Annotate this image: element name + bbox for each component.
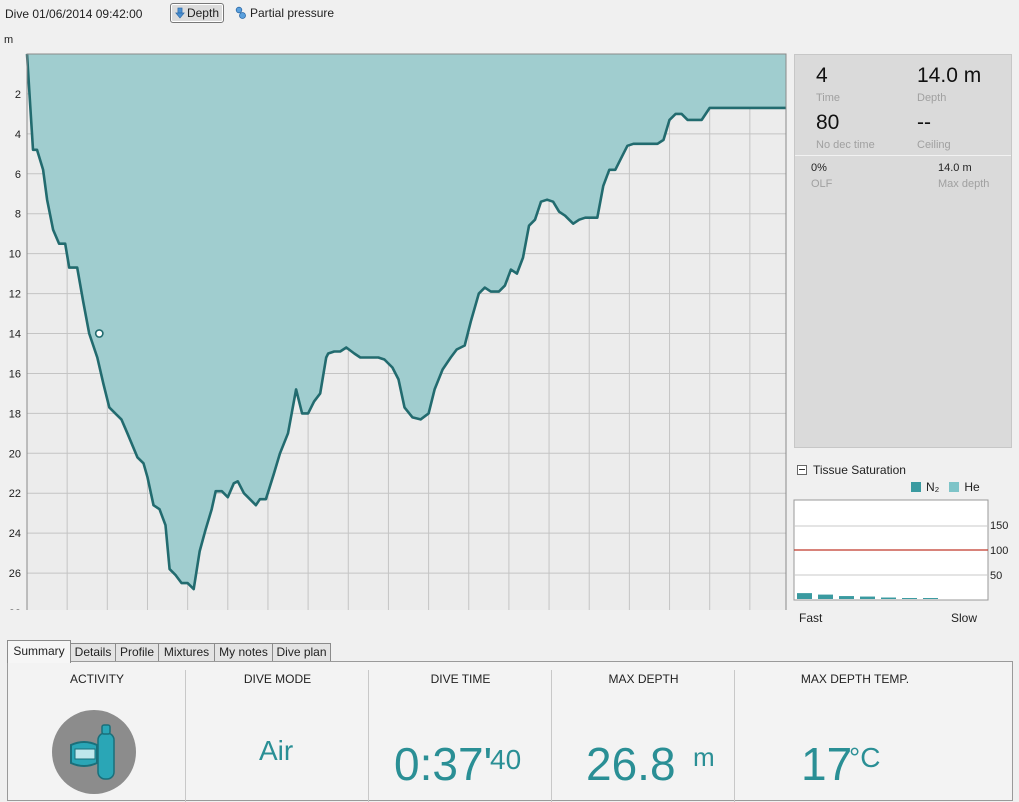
activity-header: ACTIVITY: [69, 672, 124, 686]
depth-label: Depth: [917, 92, 947, 104]
position-marker[interactable]: [94, 329, 104, 338]
dive-time-value: 0:37': [394, 738, 493, 790]
partial-pressure-button[interactable]: Partial pressure: [233, 3, 343, 23]
max-depth-value: 14.0 m: [938, 162, 972, 174]
ceiling-label: Ceiling: [917, 139, 951, 151]
arrow-down-icon: [175, 7, 185, 19]
max-depth-label: Max depth: [938, 178, 990, 190]
dive-mode-value: Air: [259, 735, 294, 766]
summary-panel: ACTIVITY DIVE MODE Air DIVE TIME 0:37' 4…: [7, 661, 1013, 802]
tab-dive-plan[interactable]: Dive plan: [272, 643, 331, 661]
tab-profile[interactable]: Profile: [115, 643, 159, 661]
partial-pressure-label: Partial pressure: [250, 6, 335, 20]
time-value: 4: [816, 64, 828, 87]
tissue-compartment-bar: [839, 596, 854, 599]
y-tick-label: 26: [9, 568, 21, 580]
max-depth-temp-header: MAX DEPTH TEMP.: [800, 672, 910, 686]
y-axis-label: m: [4, 34, 13, 46]
y-tick-label: 6: [15, 169, 21, 181]
tissue-compartment-bar: [818, 594, 833, 599]
dive-title: Dive 01/06/2014 09:42:00: [5, 7, 143, 21]
tissue-saturation-header[interactable]: Tissue Saturation: [797, 463, 906, 477]
y-tick-label: 10: [9, 249, 21, 261]
dive-time-seconds: 40: [490, 744, 522, 775]
max-depth-value: 26.8: [586, 738, 676, 790]
ceiling-value: --: [917, 111, 931, 134]
tissue-compartment-bar: [902, 598, 917, 599]
fast-label: Fast: [799, 611, 823, 625]
slow-label: Slow: [951, 611, 978, 625]
y-tick-label: 12: [9, 289, 21, 301]
activity-column: ACTIVITY: [8, 662, 186, 802]
tissue-legend: N₂ He: [911, 480, 980, 494]
he-swatch: [949, 482, 960, 492]
depth-value: 14.0 m: [917, 64, 982, 87]
max-depth-temp-unit: °C: [849, 742, 881, 773]
y-tick-label: 14: [9, 329, 21, 341]
max-depth-temp-value: 17: [801, 738, 853, 790]
y-tick-label: 22: [9, 488, 21, 500]
dive-time-header: DIVE TIME: [430, 672, 491, 686]
info-divider: [795, 155, 1011, 156]
tab-summary[interactable]: Summary: [7, 640, 71, 663]
tissue-saturation-chart: 150 100 50: [793, 499, 1008, 601]
olf-value: 0%: [811, 162, 827, 174]
max-depth-column: MAX DEPTH 26.8 m: [552, 662, 735, 802]
y-tick-label: 24: [9, 528, 21, 540]
depth-chart[interactable]: m 246810121416182022242628 2'004'006'008…: [0, 30, 790, 610]
tab-details[interactable]: Details: [70, 643, 116, 661]
n2-swatch: [911, 482, 921, 492]
n2-legend-label: N₂: [926, 480, 940, 494]
info-panel: 4 Time 14.0 m Depth 80 No dec time -- Ce…: [794, 54, 1012, 448]
time-label: Time: [816, 92, 841, 104]
tick-150: 150: [990, 520, 1008, 532]
tick-100: 100: [990, 545, 1008, 557]
tissue-compartment-bar: [923, 598, 938, 599]
y-tick-label: 20: [9, 448, 21, 460]
depth-toggle-button[interactable]: Depth: [170, 3, 224, 23]
scuba-mask-tank-icon: [52, 710, 136, 794]
tissue-saturation-title: Tissue Saturation: [813, 463, 906, 477]
y-tick-label: 18: [9, 408, 21, 420]
dive-time-column: DIVE TIME 0:37' 40: [369, 662, 552, 802]
partial-pressure-icon: [235, 6, 246, 19]
max-depth-temp-column: MAX DEPTH TEMP. 17 °C: [735, 662, 980, 802]
no-dec-time-value: 80: [816, 111, 840, 134]
y-tick-label: 28: [9, 608, 21, 610]
tick-50: 50: [990, 570, 1002, 582]
tab-my-notes[interactable]: My notes: [214, 643, 273, 661]
y-tick-label: 4: [15, 129, 21, 141]
toolbar: Dive 01/06/2014 09:42:00 Depth Partial p…: [0, 0, 1019, 30]
olf-label: OLF: [811, 178, 833, 190]
dive-mode-column: DIVE MODE Air: [186, 662, 369, 802]
max-depth-unit: m: [693, 742, 715, 772]
tissue-compartment-bar: [881, 597, 896, 599]
he-legend-label: He: [964, 480, 980, 494]
y-tick-label: 2: [15, 89, 21, 101]
collapse-icon[interactable]: [797, 465, 807, 475]
no-dec-time-label: No dec time: [816, 139, 875, 151]
y-tick-label: 8: [15, 209, 21, 221]
tissue-compartment-bar: [797, 593, 812, 599]
tissue-compartment-bar: [860, 596, 875, 599]
max-depth-header: MAX DEPTH: [608, 672, 679, 686]
tab-mixtures[interactable]: Mixtures: [158, 643, 215, 661]
dive-mode-header: DIVE MODE: [243, 672, 312, 686]
depth-button-label: Depth: [186, 6, 219, 20]
y-tick-label: 16: [9, 368, 21, 380]
